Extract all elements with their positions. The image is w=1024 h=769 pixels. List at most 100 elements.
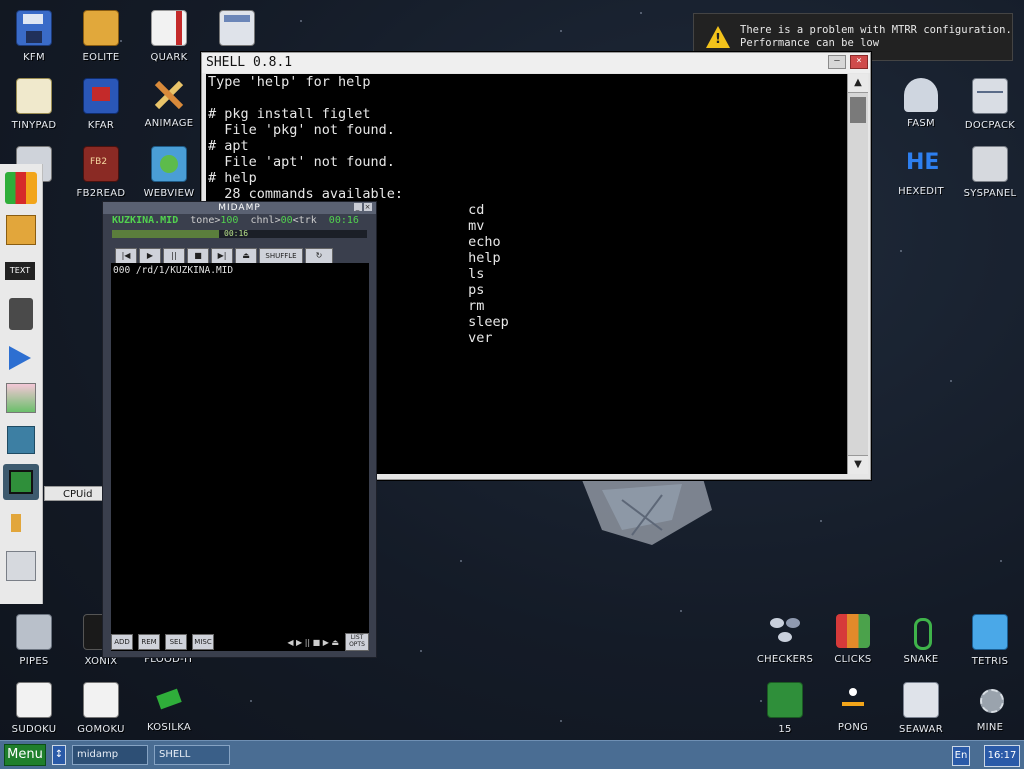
desktop-icon-kfar[interactable]: KFAR — [67, 78, 135, 131]
desktop-icon-quark[interactable]: QUARK — [135, 10, 203, 63]
dock-item-irc[interactable] — [3, 170, 39, 206]
close-button[interactable]: × — [850, 55, 868, 69]
midamp-window[interactable]: MIDAMP _ × KUZKINA.MID tone>100 chnl>00<t… — [102, 201, 377, 658]
dock-item-cpuid[interactable] — [3, 464, 39, 500]
desktop-icon-pong[interactable]: PONG — [819, 682, 887, 733]
desktop-icon-sudoku[interactable]: SUDOKU — [0, 682, 68, 735]
brush-icon — [152, 78, 186, 112]
desktop-icon-eolite[interactable]: EOLITE — [67, 10, 135, 63]
floppy-icon — [16, 10, 52, 46]
clock[interactable]: 16:17 — [984, 745, 1020, 767]
irc-icon — [5, 172, 37, 204]
minimize-icon[interactable]: _ — [354, 203, 362, 211]
chip-icon — [9, 470, 33, 494]
list-options-button[interactable]: LIST OPTS — [345, 633, 369, 651]
desktop-icon-clicks[interactable]: CLICKS — [819, 614, 887, 665]
minimize-button[interactable]: – — [828, 55, 846, 69]
terminal-line: File 'apt' not found. — [208, 154, 395, 170]
misc-button[interactable]: MISC — [192, 634, 214, 650]
desktop-icon-animage[interactable]: ANIMAGE — [135, 78, 203, 129]
dock-item-board[interactable] — [3, 422, 39, 458]
mower-icon — [152, 682, 186, 716]
progress-fill — [112, 230, 220, 238]
terminal-line: # apt — [208, 138, 249, 154]
desktop-icon-webview[interactable]: WEBVIEW — [135, 146, 203, 199]
desktop-icon-snake[interactable]: SNAKE — [887, 614, 955, 665]
desktop-icon-tetris[interactable]: TETRIS — [956, 614, 1024, 667]
warning-icon: ! — [706, 26, 730, 48]
desktop-icon-15[interactable]: 15 — [751, 682, 819, 735]
repeat-button[interactable]: ↻ — [305, 248, 333, 264]
mini-transport[interactable]: ◀ ▶ || ■ ▶ ⏏ — [287, 638, 339, 647]
transport-controls: |◀ ▶ || ■ ▶| ⏏ SHUFFLE ↻ — [115, 248, 376, 264]
shell-scrollbar[interactable]: ▲ ▼ — [847, 74, 868, 474]
list-item[interactable]: 000 /rd/1/KUZKINA.MID — [113, 265, 369, 276]
desktop-icon-kosilka[interactable]: KOSILKA — [135, 682, 203, 733]
dock-item-settings[interactable] — [3, 548, 39, 584]
desktop-icon-pipes[interactable]: PIPES — [0, 614, 68, 667]
desktop-icon-checkers[interactable]: CHECKERS — [751, 614, 819, 665]
desktop-icon-kfm[interactable]: KFM — [0, 10, 68, 63]
desktop-icon-docpack[interactable]: DOCPACK — [956, 78, 1024, 131]
ship-icon — [903, 682, 939, 718]
speaker-icon — [9, 298, 33, 330]
track-time: 00:16 — [328, 215, 359, 226]
dock-item-speaker[interactable] — [3, 296, 39, 332]
pause-button[interactable]: || — [163, 248, 185, 264]
desktop-icon-hexedit[interactable]: HE HEXEDIT — [887, 146, 955, 197]
shuffle-button[interactable]: SHUFFLE — [259, 248, 303, 264]
pipes-icon — [16, 614, 52, 650]
terminal-line: Type 'help' for help — [208, 74, 371, 90]
scroll-thumb[interactable] — [850, 97, 866, 123]
next-button[interactable]: ▶| — [211, 248, 233, 264]
prev-button[interactable]: |◀ — [115, 248, 137, 264]
desktop-icon-tinypad[interactable]: TINYPAD — [0, 78, 68, 131]
desktop-icon-fb2read[interactable]: FB2 FB2READ — [67, 146, 135, 199]
dock-item-midi[interactable] — [3, 338, 39, 374]
desktop-icon-mine[interactable]: MINE — [956, 682, 1024, 733]
midamp-titlebar[interactable]: MIDAMP _ × — [103, 202, 376, 214]
select-button[interactable]: SEL — [165, 634, 187, 650]
hex-icon: HE — [906, 150, 940, 175]
scroll-down-icon[interactable]: ▼ — [848, 455, 868, 474]
compiler-icon — [904, 78, 938, 112]
board-icon — [7, 426, 35, 454]
dock-item-volume[interactable] — [3, 506, 39, 542]
text-icon: TEXT — [5, 262, 35, 280]
dock-item-picture[interactable] — [3, 380, 39, 416]
desktop-icon-seawar[interactable]: SEAWAR — [887, 682, 955, 735]
snake-icon — [904, 614, 938, 650]
remove-button[interactable]: REM — [138, 634, 160, 650]
desktop-icon-calc[interactable] — [203, 10, 271, 46]
play-button[interactable]: ▶ — [139, 248, 161, 264]
eject-button[interactable]: ⏏ — [235, 248, 257, 264]
globe-icon — [151, 146, 187, 182]
add-button[interactable]: ADD — [111, 634, 133, 650]
task-midamp[interactable]: midamp — [72, 745, 148, 765]
scroll-up-icon[interactable]: ▲ — [848, 74, 868, 93]
dock-item-package[interactable] — [3, 212, 39, 248]
stop-button[interactable]: ■ — [187, 248, 209, 264]
progress-bar[interactable]: 00:16 — [112, 229, 367, 238]
task-switch-icon[interactable]: ↕ — [52, 745, 66, 765]
notepad-icon — [16, 78, 52, 114]
sliders-icon — [972, 146, 1008, 182]
close-icon[interactable]: × — [364, 203, 372, 211]
playlist[interactable]: 000 /rd/1/KUZKINA.MID — [111, 263, 369, 651]
menu-button[interactable]: Menu — [4, 744, 46, 766]
desktop-icon-syspanel[interactable]: SYSPANEL — [956, 146, 1024, 199]
book-icon — [151, 10, 187, 46]
midamp-title: MIDAMP — [218, 203, 261, 213]
language-indicator[interactable]: En — [952, 746, 970, 766]
desktop-icon-gomoku[interactable]: GOMOKU — [67, 682, 135, 735]
track-filename: KUZKINA.MID — [112, 215, 179, 226]
dock-item-text[interactable]: TEXT — [3, 254, 39, 290]
shell-titlebar[interactable]: SHELL 0.8.1 – × — [202, 53, 870, 73]
terminal-line: # help — [208, 170, 257, 186]
desktop-icon-fasm[interactable]: FASM — [887, 78, 955, 129]
left-dock: TEXT — [0, 164, 43, 604]
terminal-line: # pkg install figlet — [208, 106, 371, 122]
task-shell[interactable]: SHELL — [154, 745, 230, 765]
progress-time: 00:16 — [224, 229, 249, 238]
